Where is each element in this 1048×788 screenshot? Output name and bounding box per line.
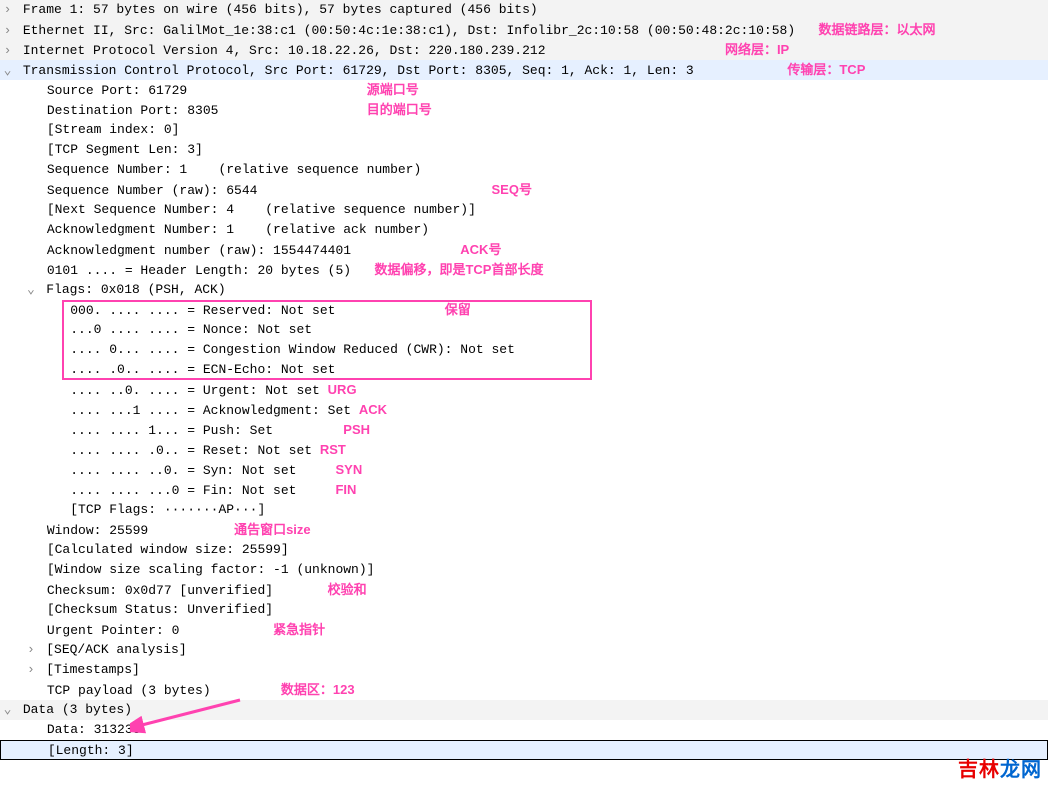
tree-row-seqack[interactable]: › [SEQ/ACK analysis] — [0, 640, 1048, 660]
tree-row-hdrlen[interactable]: 0101 .... = Header Length: 20 bytes (5) … — [0, 260, 1048, 280]
ackrel-text: Acknowledgment Number: 1 (relative ack n… — [47, 222, 429, 237]
tree-row-stream[interactable]: [Stream index: 0] — [0, 120, 1048, 140]
tree-row-ackf[interactable]: .... ...1 .... = Acknowledgment: Set ACK — [0, 400, 1048, 420]
fin-text: .... .... ...0 = Fin: Not set — [70, 483, 296, 498]
frame-text: Frame 1: 57 bytes on wire (456 bits), 57… — [23, 2, 538, 17]
note-chk: 校验和 — [328, 582, 367, 597]
tree-row-dstport[interactable]: Destination Port: 8305 目的端口号 — [0, 100, 1048, 120]
note-ack: ACK号 — [460, 242, 501, 257]
note-seq: SEQ号 — [492, 182, 532, 197]
rst-text: .... .... .0.. = Reset: Not set — [70, 443, 312, 458]
tree-row-psh[interactable]: .... .... 1... = Push: Set PSH — [0, 420, 1048, 440]
note-ip: 网络层：IP — [725, 42, 789, 57]
chevron-right-icon[interactable]: › — [23, 640, 38, 660]
checksum-text: Checksum: 0x0d77 [unverified] — [47, 583, 273, 598]
reserved-box — [62, 300, 592, 380]
tree-row-urg[interactable]: .... ..0. .... = Urgent: Not set URG — [0, 380, 1048, 400]
ts-text: [Timestamps] — [46, 662, 140, 677]
tree-row-length[interactable]: [Length: 3] — [0, 740, 1048, 760]
chevron-down-icon[interactable]: ⌄ — [0, 700, 15, 720]
tcp-text: Transmission Control Protocol, Src Port:… — [23, 63, 694, 78]
tree-row-nseq[interactable]: [Next Sequence Number: 4 (relative seque… — [0, 200, 1048, 220]
hdrlen-text: 0101 .... = Header Length: 20 bytes (5) — [47, 263, 351, 278]
note-src: 源端口号 — [367, 82, 419, 97]
ackraw-text: Acknowledgment number (raw): 1554474401 — [47, 243, 351, 258]
tree-row-calcwin[interactable]: [Calculated window size: 25599] — [0, 540, 1048, 560]
tree-row-tcp[interactable]: ⌄ Transmission Control Protocol, Src Por… — [0, 60, 1048, 80]
winscale-text: [Window size scaling factor: -1 (unknown… — [47, 562, 375, 577]
note-eth: 数据链路层：以太网 — [819, 22, 936, 37]
tree-row-srcport[interactable]: Source Port: 61729 源端口号 — [0, 80, 1048, 100]
seqraw-text: Sequence Number (raw): 6544 — [47, 183, 258, 198]
tree-row-data[interactable]: ⌄ Data (3 bytes) — [0, 700, 1048, 720]
ckstatus-text: [Checksum Status: Unverified] — [47, 602, 273, 617]
psh-text: .... .... 1... = Push: Set — [70, 423, 273, 438]
note-hdr: 数据偏移，即是TCP首部长度 — [374, 262, 543, 277]
tree-row-syn[interactable]: .... .... ..0. = Syn: Not set SYN — [0, 460, 1048, 480]
window-text: Window: 25599 — [47, 523, 148, 538]
tree-row-ckstatus[interactable]: [Checksum Status: Unverified] — [0, 600, 1048, 620]
chevron-down-icon[interactable]: ⌄ — [0, 61, 15, 81]
dstport-text: Destination Port: 8305 — [47, 103, 219, 118]
tree-row-rst[interactable]: .... .... .0.. = Reset: Not set RST — [0, 440, 1048, 460]
chevron-down-icon[interactable]: ⌄ — [23, 280, 38, 300]
tree-row-window[interactable]: Window: 25599 通告窗口size — [0, 520, 1048, 540]
tree-row-checksum[interactable]: Checksum: 0x0d77 [unverified] 校验和 — [0, 580, 1048, 600]
chevron-right-icon[interactable]: › — [0, 0, 15, 20]
note-fin: FIN — [335, 482, 356, 497]
tree-row-ackraw[interactable]: Acknowledgment number (raw): 1554474401 … — [0, 240, 1048, 260]
note-win: 通告窗口size — [234, 522, 311, 537]
tree-row-fin[interactable]: .... .... ...0 = Fin: Not set FIN — [0, 480, 1048, 500]
tree-row-timestamps[interactable]: › [Timestamps] — [0, 660, 1048, 680]
nseq-text: [Next Sequence Number: 4 (relative seque… — [47, 202, 476, 217]
tree-row-ackrel[interactable]: Acknowledgment Number: 1 (relative ack n… — [0, 220, 1048, 240]
note-tcp: 传输层：TCP — [787, 62, 865, 77]
tree-row-urgptr[interactable]: Urgent Pointer: 0 紧急指针 — [0, 620, 1048, 640]
note-syn: SYN — [335, 462, 362, 477]
urg-text: .... ..0. .... = Urgent: Not set — [70, 383, 320, 398]
note-dataz: 数据区：123 — [281, 682, 355, 697]
note-urg: URG — [328, 382, 357, 397]
tree-row-flags[interactable]: ⌄ Flags: 0x018 (PSH, ACK) — [0, 280, 1048, 300]
tree-row-ethernet[interactable]: › Ethernet II, Src: GalilMot_1e:38:c1 (0… — [0, 20, 1048, 40]
wm-right: 龙网 — [1000, 759, 1042, 781]
payload-text: TCP payload (3 bytes) — [47, 683, 211, 698]
ackf-text: .... ...1 .... = Acknowledgment: Set — [70, 403, 351, 418]
note-psh: PSH — [343, 422, 370, 437]
stream-text: [Stream index: 0] — [47, 122, 180, 137]
tree-row-seglen[interactable]: [TCP Segment Len: 3] — [0, 140, 1048, 160]
wm-left: 吉林 — [958, 759, 1000, 781]
syn-text: .... .... ..0. = Syn: Not set — [70, 463, 296, 478]
seqack-text: [SEQ/ACK analysis] — [46, 642, 186, 657]
tree-row-dataval[interactable]: Data: 313233 — [0, 720, 1048, 740]
note-dst: 目的端口号 — [367, 102, 432, 117]
seglen-text: [TCP Segment Len: 3] — [47, 142, 203, 157]
tree-row-frame[interactable]: › Frame 1: 57 bytes on wire (456 bits), … — [0, 0, 1048, 20]
flags-text: Flags: 0x018 (PSH, ACK) — [46, 282, 225, 297]
tree-row-tcpflags[interactable]: [TCP Flags: ·······AP···] — [0, 500, 1048, 520]
srcport-text: Source Port: 61729 — [47, 83, 187, 98]
datahdr-text: Data (3 bytes) — [23, 702, 132, 717]
note-rst: RST — [320, 442, 346, 457]
chevron-right-icon[interactable]: › — [0, 41, 15, 61]
seqrel-text: Sequence Number: 1 (relative sequence nu… — [47, 162, 421, 177]
ip-text: Internet Protocol Version 4, Src: 10.18.… — [23, 43, 546, 58]
tree-row-seqrel[interactable]: Sequence Number: 1 (relative sequence nu… — [0, 160, 1048, 180]
datalen-text: [Length: 3] — [48, 743, 134, 758]
eth-text: Ethernet II, Src: GalilMot_1e:38:c1 (00:… — [23, 23, 795, 38]
tree-row-payload[interactable]: TCP payload (3 bytes) 数据区：123 — [0, 680, 1048, 700]
tree-row-ip[interactable]: › Internet Protocol Version 4, Src: 10.1… — [0, 40, 1048, 60]
note-urgp: 紧急指针 — [273, 622, 325, 637]
calcwin-text: [Calculated window size: 25599] — [47, 542, 289, 557]
chevron-right-icon[interactable]: › — [0, 21, 15, 41]
tree-row-winscale[interactable]: [Window size scaling factor: -1 (unknown… — [0, 560, 1048, 580]
chevron-right-icon[interactable]: › — [23, 660, 38, 680]
dataval-text: Data: 313233 — [47, 722, 141, 737]
note-ackf: ACK — [359, 402, 387, 417]
tcpflags-text: [TCP Flags: ·······AP···] — [70, 502, 265, 517]
watermark: 吉林龙网 — [958, 760, 1042, 780]
tree-row-seqraw[interactable]: Sequence Number (raw): 6544 SEQ号 — [0, 180, 1048, 200]
urgptr-text: Urgent Pointer: 0 — [47, 623, 180, 638]
